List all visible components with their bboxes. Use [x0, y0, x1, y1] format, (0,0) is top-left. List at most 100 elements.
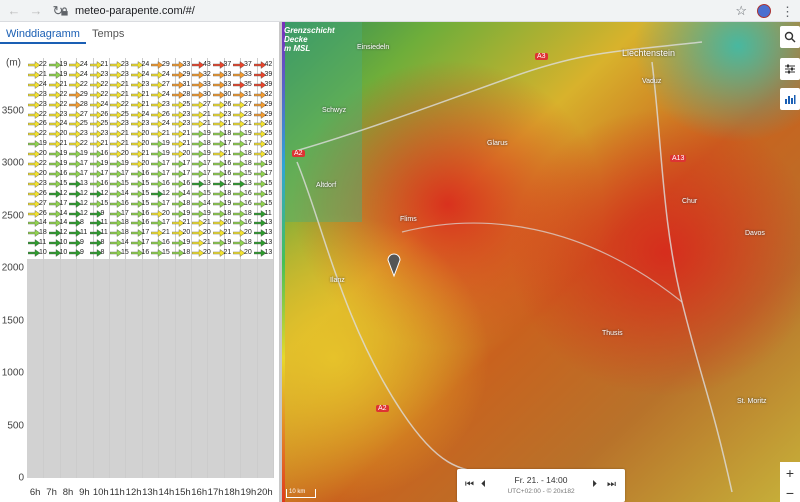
wind-speed-label: 19: [59, 61, 68, 68]
wind-speed-label: 26: [100, 110, 109, 118]
wind-speed-label: 32: [203, 70, 211, 78]
wind-speed-label: 20: [203, 229, 211, 237]
wind-speed-label: 8: [80, 219, 84, 227]
wind-speed-label: 26: [162, 110, 170, 118]
wind-speed-label: 19: [162, 150, 170, 158]
wind-speed-label: 9: [100, 209, 105, 217]
wind-speed-label: 23: [59, 110, 68, 118]
wind-speed-label: 11: [100, 229, 108, 237]
wind-speed-label: 24: [162, 120, 170, 128]
x-tick-label: 14h: [158, 487, 175, 498]
wind-speed-label: 21: [223, 249, 232, 257]
bookmark-star-icon[interactable]: ☆: [735, 3, 747, 19]
wind-speed-label: 21: [162, 130, 170, 138]
wind-speed-label: 15: [264, 199, 273, 207]
wind-speed-label: 17: [162, 219, 170, 227]
wind-speed-label: 28: [80, 100, 88, 108]
wind-speed-label: 21: [203, 120, 211, 128]
wind-speed-label: 30: [203, 90, 211, 98]
map-label: Einsiedeln: [357, 44, 390, 51]
chart-icon[interactable]: [780, 88, 800, 110]
wind-speed-label: 23: [39, 179, 47, 187]
wind-speed-label: 37: [223, 61, 232, 68]
wind-speed-label: 20: [162, 209, 170, 217]
wind-speed-label: 22: [80, 80, 88, 88]
wind-speed-label: 20: [244, 229, 252, 237]
wind-speed-label: 19: [162, 140, 170, 148]
wind-speed-label: 13: [264, 239, 273, 247]
wind-speed-label: 23: [100, 130, 109, 138]
wind-speed-label: 12: [100, 189, 109, 197]
wind-speed-label: 21: [141, 90, 150, 98]
wind-speed-label: 42: [264, 61, 273, 68]
wind-speed-label: 21: [182, 130, 191, 138]
wind-speed-label: 25: [182, 100, 191, 108]
wind-speed-label: 19: [59, 150, 68, 158]
wind-speed-label: 19: [203, 150, 211, 158]
wind-speed-label: 22: [39, 110, 47, 118]
address-bar[interactable]: meteo-parapente.com/#/: [60, 3, 750, 19]
y-tick-label: 0: [18, 472, 24, 484]
time-sublabel: UTC+02:00 - © 20x182: [507, 488, 575, 495]
wind-speed-label: 9: [80, 249, 84, 257]
arrow-right-icon[interactable]: →: [28, 3, 44, 19]
wind-speed-label: 17: [59, 199, 68, 207]
wind-speed-label: 23: [223, 110, 232, 118]
wind-speed-label: 14: [39, 219, 47, 227]
skip-last-icon[interactable]: ⏭: [607, 479, 616, 490]
map-label: Glarus: [487, 140, 508, 147]
x-tick-label: 18h: [224, 487, 240, 498]
wind-speed-label: 15: [100, 199, 109, 207]
wind-speed-label: 21: [59, 80, 68, 88]
wind-speed-label: 21: [121, 140, 129, 148]
wind-speed-label: 8: [100, 239, 105, 247]
tab-temps[interactable]: Temps: [86, 22, 130, 42]
wind-speed-label: 23: [39, 90, 47, 98]
search-icon[interactable]: [780, 26, 800, 48]
wind-speed-label: 16: [244, 199, 252, 207]
arrow-left-icon[interactable]: ←: [6, 3, 22, 19]
zoom-in-button[interactable]: +: [780, 462, 800, 484]
wind-speed-label: 12: [59, 229, 68, 237]
wind-speed-label: 17: [264, 169, 273, 177]
wind-speed-label: 17: [182, 169, 191, 177]
wind-speed-label: 22: [100, 80, 109, 88]
map-view[interactable]: Grenzschicht Decke m MSL Einsiedeln Schw…: [282, 22, 800, 502]
x-tick-label: 15h: [174, 487, 191, 498]
wind-speed-label: 12: [80, 199, 88, 207]
wind-speed-label: 21: [223, 229, 232, 237]
x-tick-label: 19h: [240, 487, 257, 498]
sliders-icon[interactable]: [780, 58, 800, 80]
wind-speed-label: 23: [121, 120, 129, 128]
wind-speed-label: 10: [39, 249, 47, 257]
terrain-map[interactable]: [282, 22, 800, 502]
wind-speed-label: 26: [264, 120, 273, 128]
color-scale-bar: [282, 22, 285, 502]
wind-speed-label: 18: [223, 209, 232, 217]
x-tick-label: 7h: [46, 487, 57, 498]
browser-toolbar: ← → ↻ meteo-parapente.com/#/ ☆ ⋮: [0, 0, 800, 22]
wind-speed-label: 30: [223, 90, 232, 98]
step-forward-icon[interactable]: ⏵: [592, 479, 597, 490]
wind-speed-label: 17: [244, 140, 252, 148]
wind-speed-label: 23: [100, 70, 109, 78]
wind-speed-label: 19: [244, 130, 252, 138]
wind-speed-label: 35: [244, 80, 252, 88]
wind-speed-label: 20: [264, 140, 273, 148]
wind-speed-label: 21: [203, 110, 211, 118]
more-menu-icon[interactable]: ⋮: [781, 5, 794, 18]
x-tick-label: 12h: [125, 487, 142, 498]
wind-speed-label: 16: [141, 209, 150, 217]
wind-speed-label: 20: [39, 169, 47, 177]
wind-speed-label: 10: [59, 239, 68, 247]
tab-winddiagramm[interactable]: Winddiagramm: [0, 22, 86, 44]
wind-speed-label: 13: [264, 249, 273, 257]
wind-speed-label: 13: [244, 179, 252, 187]
wind-speed-label: 24: [80, 61, 88, 68]
avatar[interactable]: [757, 4, 771, 18]
zoom-out-button[interactable]: −: [780, 482, 800, 502]
wind-speed-label: 22: [39, 61, 47, 68]
wind-speed-label: 25: [100, 120, 109, 128]
wind-speed-label: 12: [80, 189, 88, 197]
wind-speed-label: 18: [121, 219, 129, 227]
